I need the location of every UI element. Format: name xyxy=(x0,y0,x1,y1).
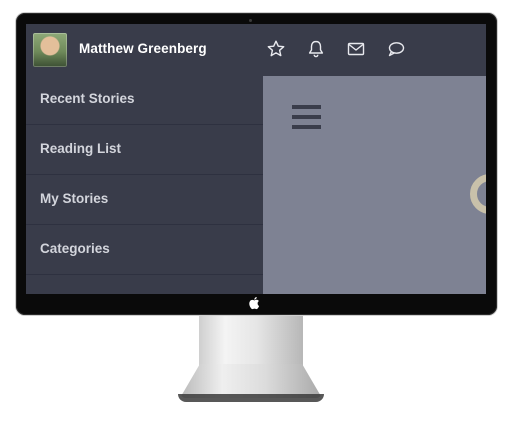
sidebar-item-reading-list[interactable]: Reading List xyxy=(26,126,263,175)
sidebar-item-label: Categories xyxy=(40,241,110,256)
sidebar-menu: Recent Stories Reading List My Stories C… xyxy=(26,76,263,294)
monitor-stand-foot xyxy=(180,364,322,398)
monitor-stand-neck xyxy=(199,316,303,366)
sidebar-item-categories[interactable]: Categories xyxy=(26,226,263,275)
content-panel xyxy=(263,76,486,294)
camera-dot xyxy=(249,19,252,22)
loading-ring xyxy=(470,174,486,214)
monitor-stand-base xyxy=(178,394,324,402)
sidebar-item-my-stories[interactable]: My Stories xyxy=(26,176,263,225)
screen: Matthew Greenberg Recent Stories Reading… xyxy=(26,24,486,294)
hamburger-menu-icon[interactable] xyxy=(292,105,321,132)
user-name[interactable]: Matthew Greenberg xyxy=(79,41,207,56)
sidebar-item-label: My Stories xyxy=(40,191,109,206)
sidebar-item-label: Recent Stories xyxy=(40,91,135,106)
chat-bubble-icon[interactable] xyxy=(386,39,406,59)
mail-icon[interactable] xyxy=(346,39,366,59)
app-header: Matthew Greenberg xyxy=(26,24,486,76)
sidebar-item-label: Reading List xyxy=(40,141,122,156)
sidebar-item-recent-stories[interactable]: Recent Stories xyxy=(26,76,263,125)
apple-logo-icon xyxy=(248,296,260,310)
bell-icon[interactable] xyxy=(306,39,326,59)
star-icon[interactable] xyxy=(266,39,286,59)
avatar[interactable] xyxy=(33,33,67,67)
